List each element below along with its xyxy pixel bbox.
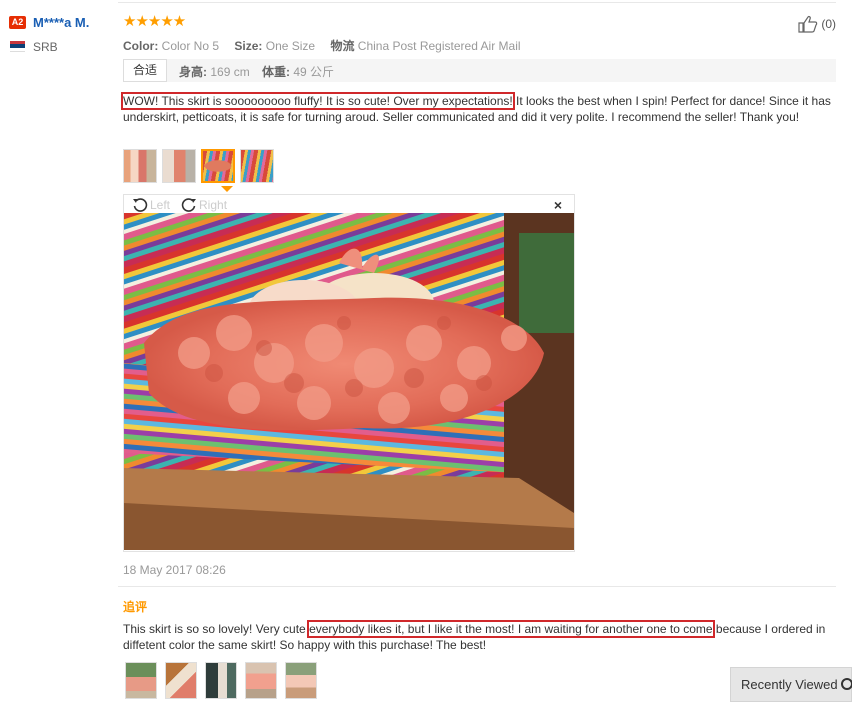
prop-value-color: Color No 5 <box>161 39 220 53</box>
image-viewer: Left Right × <box>123 194 575 552</box>
additional-review-text: This skirt is so so lovely! Very cute ev… <box>123 620 838 653</box>
prop-label-size: Size: <box>234 39 263 53</box>
star-rating: ★★★★★ <box>123 13 186 30</box>
reviewer-country: SRB <box>33 40 58 54</box>
thumbnail-caret <box>221 186 233 192</box>
prop-value-size: One Size <box>265 39 316 53</box>
review-photo-image <box>124 213 574 550</box>
additional-thumbnail[interactable] <box>285 662 317 699</box>
review-thumbnail[interactable] <box>123 149 157 183</box>
prop-label-color: Color: <box>123 39 159 53</box>
top-divider <box>118 2 836 3</box>
rotate-right-label: Right <box>199 198 228 212</box>
additional-text-before: This skirt is so so lovely! Very cute <box>123 622 310 636</box>
fit-row: 合适 身高: 169 cm 体重: 49 公斤 <box>123 59 836 82</box>
divider <box>118 586 836 587</box>
helpful-button[interactable]: (0) <box>797 15 836 33</box>
rotate-right-button[interactable]: Right <box>181 197 227 213</box>
additional-thumbnail[interactable] <box>125 662 157 699</box>
height-value: 169 cm <box>210 65 250 79</box>
helpful-count: (0) <box>821 17 836 31</box>
additional-thumbnail[interactable] <box>205 662 237 699</box>
weight-value: 49 公斤 <box>293 65 335 79</box>
additional-thumbnails <box>125 662 317 699</box>
history-icon <box>841 678 852 690</box>
review-text: WOW! This skirt is sooooooooo fluffy! It… <box>121 92 841 125</box>
rotate-left-button[interactable]: Left <box>132 197 170 213</box>
weight-label: 体重: <box>262 65 290 79</box>
additional-thumbnail[interactable] <box>245 662 277 699</box>
recently-viewed-label: Recently Viewed <box>741 677 838 692</box>
height-info: 身高: 169 cm <box>179 63 250 80</box>
review-thumbnail-selected[interactable] <box>201 149 235 183</box>
recently-viewed-button[interactable]: Recently Viewed <box>730 667 852 702</box>
fit-label: 合适 <box>123 59 167 82</box>
rotate-left-label: Left <box>150 198 171 212</box>
review-photo <box>124 213 574 550</box>
additional-review-label: 追评 <box>123 600 148 614</box>
review-thumbnail[interactable] <box>240 149 274 183</box>
review-date: 18 May 2017 08:26 <box>123 563 226 577</box>
review-thumbnail[interactable] <box>162 149 196 183</box>
reviewer-name[interactable]: M****a M. <box>33 15 89 30</box>
height-label: 身高: <box>179 65 207 79</box>
rotate-right-icon <box>181 198 197 212</box>
rotate-left-icon <box>133 198 148 212</box>
weight-info: 体重: 49 公斤 <box>262 63 334 80</box>
close-icon[interactable]: × <box>554 198 562 212</box>
viewer-toolbar: Left Right <box>132 197 235 213</box>
additional-highlight: everybody likes it, but I like it the mo… <box>307 620 715 638</box>
serbia-flag-icon <box>10 41 25 52</box>
prop-label-shipping: 物流 <box>330 39 355 53</box>
order-properties: Color: Color No 5 Size: One Size 物流 Chin… <box>123 37 533 54</box>
review-thumbnails <box>123 149 274 183</box>
thumbs-up-icon <box>798 16 818 33</box>
level-badge: A2 <box>9 16 26 29</box>
additional-thumbnail[interactable] <box>165 662 197 699</box>
review-highlight: WOW! This skirt is sooooooooo fluffy! It… <box>121 92 515 110</box>
prop-value-shipping: China Post Registered Air Mail <box>357 39 521 53</box>
